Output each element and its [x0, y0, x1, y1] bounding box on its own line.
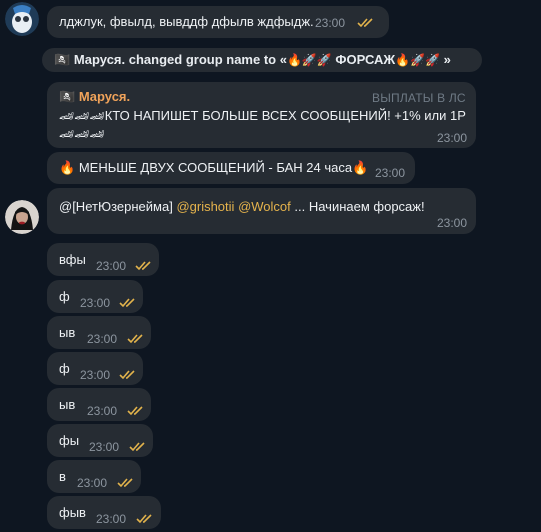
list-item[interactable]: в 23:00: [47, 460, 141, 493]
message-bubble[interactable]: лджлук, фвылд, вывддф дфылв ждфыдж. 23:0…: [47, 6, 389, 38]
message-time: 23:00: [80, 368, 111, 382]
message-text: лджлук, фвылд, вывддф дфылв ждфыдж.: [59, 14, 314, 29]
car-emoji-row: 🏎🏎🏎: [59, 109, 105, 123]
mention-link-2[interactable]: @Wolcof: [238, 199, 291, 214]
read-checks-icon: [119, 298, 135, 308]
service-actor[interactable]: Маруся.: [74, 52, 125, 67]
message-text: ыв: [59, 325, 76, 340]
read-checks-icon: [127, 334, 143, 344]
read-checks-icon: [117, 478, 133, 488]
service-message: 🏴‍☠️ Маруся. changed group name to «🔥🚀🚀 …: [42, 48, 482, 72]
member-tag: ВЫПЛАТЫ В ЛС: [372, 91, 466, 105]
message-time: 23:00: [375, 166, 406, 180]
list-item[interactable]: ф 23:00: [47, 352, 143, 385]
message-time: 23:00: [77, 476, 108, 490]
avatar-person-icon: [5, 200, 39, 234]
group-name: ФОРСАЖ: [335, 52, 396, 67]
pirate-flag-icon: 🏴‍☠️: [54, 52, 71, 67]
service-close-quote: »: [443, 52, 451, 67]
announcement-bubble[interactable]: 🏴‍☠️ Маруся. ВЫПЛАТЫ В ЛС 🏎🏎🏎КТО НАПИШЕТ…: [47, 82, 476, 148]
list-item[interactable]: ыв 23:00: [47, 316, 151, 349]
message-text: ыв: [59, 397, 76, 412]
message-text: ф: [59, 289, 70, 304]
message-text: ф: [59, 361, 70, 376]
mention-suffix: ... Начинаем форсаж!: [294, 199, 425, 214]
list-item[interactable]: ыв 23:00: [47, 388, 151, 421]
message-text: вфы: [59, 252, 86, 267]
list-item[interactable]: вфы 23:00: [47, 243, 159, 276]
chat-area: лджлук, фвылд, вывддф дфылв ждфыдж. 23:0…: [0, 0, 541, 532]
sender-name[interactable]: Маруся.: [79, 89, 130, 104]
message-text: фы: [59, 433, 80, 448]
list-item[interactable]: фы 23:00: [47, 424, 153, 457]
message-time: 23:00: [89, 440, 120, 454]
pirate-flag-icon: 🏴‍☠️: [59, 89, 76, 104]
read-checks-icon: [357, 18, 373, 28]
message-time: 23:00: [437, 216, 468, 230]
message-text: фыв: [59, 505, 86, 520]
message-time: 23:00: [87, 332, 118, 346]
warning-bubble[interactable]: 🔥 МЕНЬШЕ ДВУХ СООБЩЕНИЙ - БАН 24 часа🔥 2…: [47, 152, 415, 184]
read-checks-icon: [129, 442, 145, 452]
mention-link-1[interactable]: @grishotii: [176, 199, 234, 214]
message-time: 23:00: [96, 259, 127, 273]
mention-prefix[interactable]: @[НетЮзернейма]: [59, 199, 173, 214]
announcement-text: КТО НАПИШЕТ БОЛЬШЕ ВСЕХ СООБЩЕНИЙ! +1% и…: [104, 108, 466, 123]
message-time: 23:00: [80, 296, 111, 310]
read-checks-icon: [135, 261, 151, 271]
message-time: 23:00: [87, 404, 118, 418]
message-time: 23:00: [315, 16, 346, 30]
fire-emoji-right: 🔥: [352, 160, 369, 175]
car-emoji-row-2: 🏎🏎🏎: [59, 127, 105, 141]
message-time: 23:00: [96, 512, 127, 526]
message-text: в: [59, 469, 66, 484]
warning-text: МЕНЬШЕ ДВУХ СООБЩЕНИЙ - БАН 24 часа: [78, 160, 353, 175]
read-checks-icon: [136, 514, 152, 524]
emoji-group-before: 🔥🚀🚀: [286, 53, 332, 67]
read-checks-icon: [127, 406, 143, 416]
list-item[interactable]: фыв 23:00: [47, 496, 161, 529]
mention-bubble[interactable]: @[НетЮзернейма] @grishotii @Wolcof ... Н…: [47, 188, 476, 234]
read-checks-icon: [119, 370, 135, 380]
service-action: changed group name to «: [128, 52, 287, 67]
user-avatar-2[interactable]: [5, 200, 39, 234]
user-avatar-top[interactable]: [5, 2, 39, 36]
fire-emoji-left: 🔥: [59, 160, 76, 175]
emoji-group-after: 🔥🚀🚀: [395, 53, 440, 67]
avatar-owl-icon: [5, 2, 39, 36]
message-time: 23:00: [437, 131, 468, 145]
list-item[interactable]: ф 23:00: [47, 280, 143, 313]
